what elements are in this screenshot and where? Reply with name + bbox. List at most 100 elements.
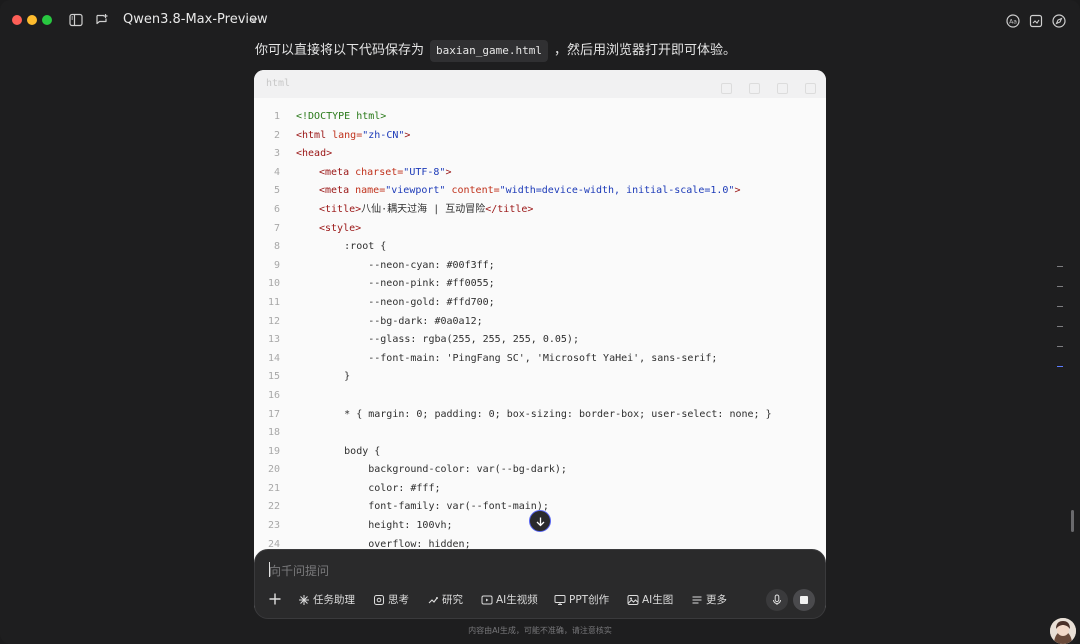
code-line: 3 <head> (254, 145, 826, 164)
expand-code-icon[interactable] (748, 83, 760, 94)
line-number: 11 (267, 296, 280, 308)
code-token: --neon-gold: #ffd700; (296, 296, 495, 308)
code-line: 6 <title>八仙·耦天过海 | 互动冒险</title> (254, 201, 826, 220)
outline-marker[interactable] (1057, 346, 1063, 347)
line-number: 20 (267, 464, 280, 476)
line-number: 8 (273, 241, 280, 253)
voice-input-button[interactable] (766, 589, 788, 611)
code-token: --neon-pink: #ff0055; (296, 278, 495, 290)
message-text: 你可以直接将以下代码保存为 (255, 43, 425, 58)
code-line: 9 --neon-cyan: #00f3ff; (254, 257, 826, 276)
line-number: 9 (273, 259, 280, 271)
chevron-down-icon (250, 18, 258, 23)
stop-generation-button[interactable] (793, 589, 815, 611)
plus-icon[interactable] (267, 591, 283, 607)
translate-icon[interactable]: Aa (1005, 13, 1021, 29)
line-number: 16 (267, 389, 280, 401)
model-name: Qwen3.8-Max-Preview (123, 12, 268, 27)
tool-label: 更多 (706, 594, 727, 606)
stop-icon (800, 596, 808, 604)
outline-marker[interactable] (1057, 286, 1063, 287)
code-line: 4 <meta charset="UTF-8"> (254, 164, 826, 183)
compass-icon[interactable] (1051, 13, 1067, 29)
code-token: <head> (296, 148, 333, 160)
tool-label: 思考 (388, 594, 409, 606)
code-token: charset= (355, 166, 404, 178)
code-token: lang= (332, 129, 363, 141)
line-number: 21 (267, 482, 280, 494)
chat-input[interactable]: 向千问提问 (269, 562, 329, 579)
code-token: <!DOCTYPE html> (296, 111, 387, 122)
research-icon (428, 597, 438, 604)
code-token: > (445, 166, 452, 178)
code-token: "width=device-width, initial-scale=1.0" (499, 185, 735, 197)
scrollbar-thumb[interactable] (1071, 510, 1074, 532)
line-number: 17 (267, 408, 280, 420)
assistant-message: 你可以直接将以下代码保存为 baxian_game.html ，然后用浏览器打开即可… (255, 40, 736, 62)
outline-marker-active[interactable] (1057, 366, 1063, 367)
line-number: 4 (273, 166, 280, 178)
code-line: 8 :root { (254, 238, 826, 257)
code-block: html 1 <!DOCTYPE html> 2 <html lang="zh-CN… (254, 70, 826, 615)
code-token: > (404, 129, 411, 141)
code-token: :root { (296, 241, 387, 253)
model-selector[interactable]: Qwen3.8-Max-Preview (123, 12, 268, 27)
code-token: "UTF-8" (403, 166, 446, 178)
code-line: 2 <html lang="zh-CN"> (254, 127, 826, 146)
code-content: 1 <!DOCTYPE html> 2 <html lang="zh-CN"> 3 <… (254, 108, 826, 554)
sparkle-icon (299, 595, 309, 605)
code-token: --glass: rgba(255, 255, 255, 0.05); (296, 334, 579, 346)
microphone-icon (773, 594, 781, 605)
presentation-icon (554, 595, 566, 605)
line-number: 1 (273, 111, 280, 122)
code-token: name= (355, 185, 386, 197)
new-chat-icon[interactable] (94, 12, 110, 28)
minimize-window-button[interactable] (27, 15, 37, 25)
outline-marker[interactable] (1057, 266, 1063, 267)
outline-marker[interactable] (1057, 306, 1063, 307)
code-token: * { margin: 0; padding: 0; box-sizing: b… (296, 408, 772, 420)
ai-disclaimer: 内容由AI生成，可能不准确，请注意核实 (468, 626, 612, 635)
line-number: 13 (267, 334, 280, 346)
code-token: body { (296, 445, 381, 457)
video-icon (481, 595, 493, 605)
code-token: font-family: var(--font-main); (296, 501, 549, 513)
line-number: 19 (267, 445, 280, 457)
code-line: 11 --neon-gold: #ffd700; (254, 294, 826, 313)
screenshot-icon[interactable] (1028, 13, 1044, 29)
download-code-icon[interactable] (805, 83, 816, 94)
line-number: 18 (267, 427, 280, 439)
outline-marker[interactable] (1057, 326, 1063, 327)
close-window-button[interactable] (12, 15, 22, 25)
code-token: <style> (319, 222, 362, 234)
line-number: 15 (267, 371, 280, 383)
line-number: 10 (267, 278, 280, 290)
code-token: <title> (319, 203, 362, 215)
copy-code-icon[interactable] (776, 83, 788, 94)
code-line: 1 <!DOCTYPE html> (254, 108, 826, 127)
code-language-label: html (266, 78, 291, 89)
title-bar: Qwen3.8-Max-Preview Aa (0, 0, 1080, 40)
line-number: 3 (273, 148, 280, 160)
code-token: <meta (319, 166, 356, 178)
line-number: 23 (267, 520, 280, 532)
user-avatar[interactable] (1050, 618, 1076, 644)
scroll-to-bottom-button[interactable] (529, 510, 551, 532)
maximize-window-button[interactable] (42, 15, 52, 25)
code-token: content= (445, 185, 500, 197)
line-number: 22 (267, 501, 280, 513)
code-line: 18 (254, 424, 826, 443)
tool-label: AI生图 (642, 594, 674, 606)
code-token: 八仙·耦天过海 | 互动冒险 (361, 203, 486, 215)
code-line: 5 <meta name="viewport" content="width=de… (254, 182, 826, 201)
code-line: 15 } (254, 368, 826, 387)
code-line: 16 (254, 387, 826, 406)
sidebar-toggle-icon[interactable] (68, 12, 84, 28)
code-line: 7 <style> (254, 220, 826, 239)
tool-label: AI生视频 (496, 594, 538, 606)
code-token: --neon-cyan: #00f3ff; (296, 259, 495, 271)
tool-label: 研究 (442, 594, 463, 606)
code-token: background-color: var(--bg-dark); (296, 464, 567, 476)
run-code-icon[interactable] (720, 83, 732, 94)
line-number: 5 (273, 185, 280, 197)
